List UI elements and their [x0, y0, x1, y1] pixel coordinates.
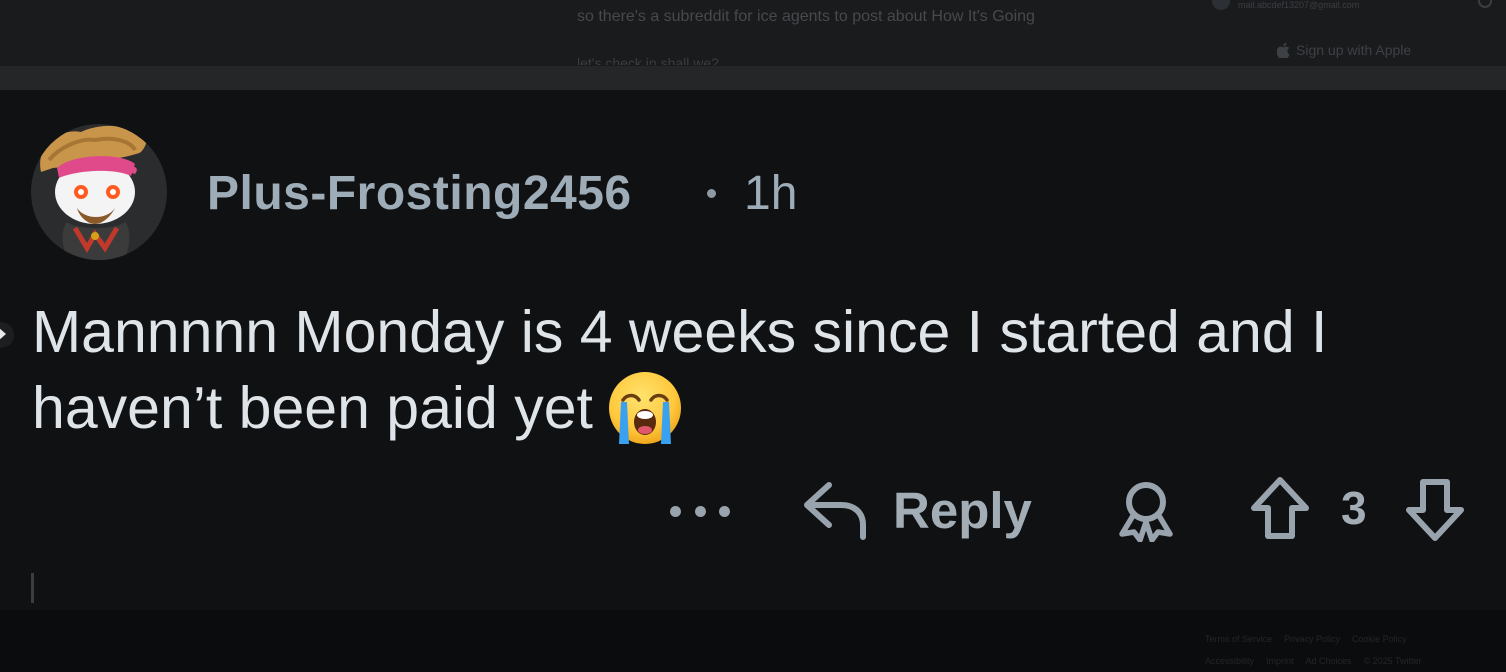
more-options-icon	[670, 505, 681, 517]
avatar[interactable]	[31, 124, 167, 260]
thread-line[interactable]	[31, 573, 34, 603]
footer-link[interactable]: © 2025 Twitter	[1364, 656, 1422, 666]
sign-up-with-apple-label: Sign up with Apple	[1296, 42, 1412, 58]
award-button[interactable]	[1114, 478, 1178, 547]
sign-up-with-apple-button[interactable]: Sign up with Apple	[1277, 42, 1411, 58]
account-icon	[1212, 0, 1230, 10]
footer-link[interactable]: Imprint	[1266, 656, 1294, 666]
footer-strip: Terms of Service Privacy Policy Cookie P…	[0, 610, 1506, 672]
award-icon	[1119, 482, 1173, 543]
vote-count: 3	[1341, 482, 1367, 534]
footer-links-row-2: Accessibility Imprint Ad Choices © 2025 …	[1205, 656, 1422, 666]
upvote-button[interactable]	[1248, 474, 1312, 549]
close-icon[interactable]	[1478, 0, 1492, 8]
more-options-button[interactable]	[670, 493, 730, 529]
account-email: mail.abcdef13207@gmail.com	[1238, 0, 1360, 10]
footer-links-row-1: Terms of Service Privacy Policy Cookie P…	[1205, 634, 1407, 644]
account-row[interactable]: mail.abcdef13207@gmail.com	[1212, 0, 1359, 12]
footer-link[interactable]: Accessibility	[1205, 656, 1254, 666]
comment-body: Mannnnn Monday is 4 weeks since I starte…	[32, 294, 1492, 446]
divider-band	[0, 66, 1506, 90]
separator-dot	[707, 189, 716, 198]
reply-icon	[804, 482, 866, 540]
footer-link[interactable]: Cookie Policy	[1352, 634, 1407, 644]
downvote-icon	[1406, 479, 1464, 541]
footer-link[interactable]: Ad Choices	[1306, 656, 1352, 666]
reply-button[interactable]: Reply	[803, 474, 1032, 546]
comment-username[interactable]: Plus-Frosting2456	[207, 166, 632, 221]
background-post-text: so there's a subreddit for ice agents to…	[577, 8, 1035, 25]
background-post-strip: so there's a subreddit for ice agents to…	[0, 0, 1506, 66]
upvote-icon	[1251, 477, 1309, 539]
downvote-button[interactable]	[1403, 474, 1467, 549]
footer-link[interactable]: Privacy Policy	[1284, 634, 1340, 644]
snoo-avatar-icon	[40, 125, 147, 260]
comment-timestamp[interactable]: 1h	[744, 166, 797, 221]
loudly-crying-face-icon	[608, 372, 681, 444]
background-post-text-2: let's check in shall we?	[577, 55, 719, 65]
apple-icon	[1277, 42, 1290, 58]
footer-link[interactable]: Terms of Service	[1205, 634, 1272, 644]
reply-label: Reply	[893, 481, 1032, 539]
